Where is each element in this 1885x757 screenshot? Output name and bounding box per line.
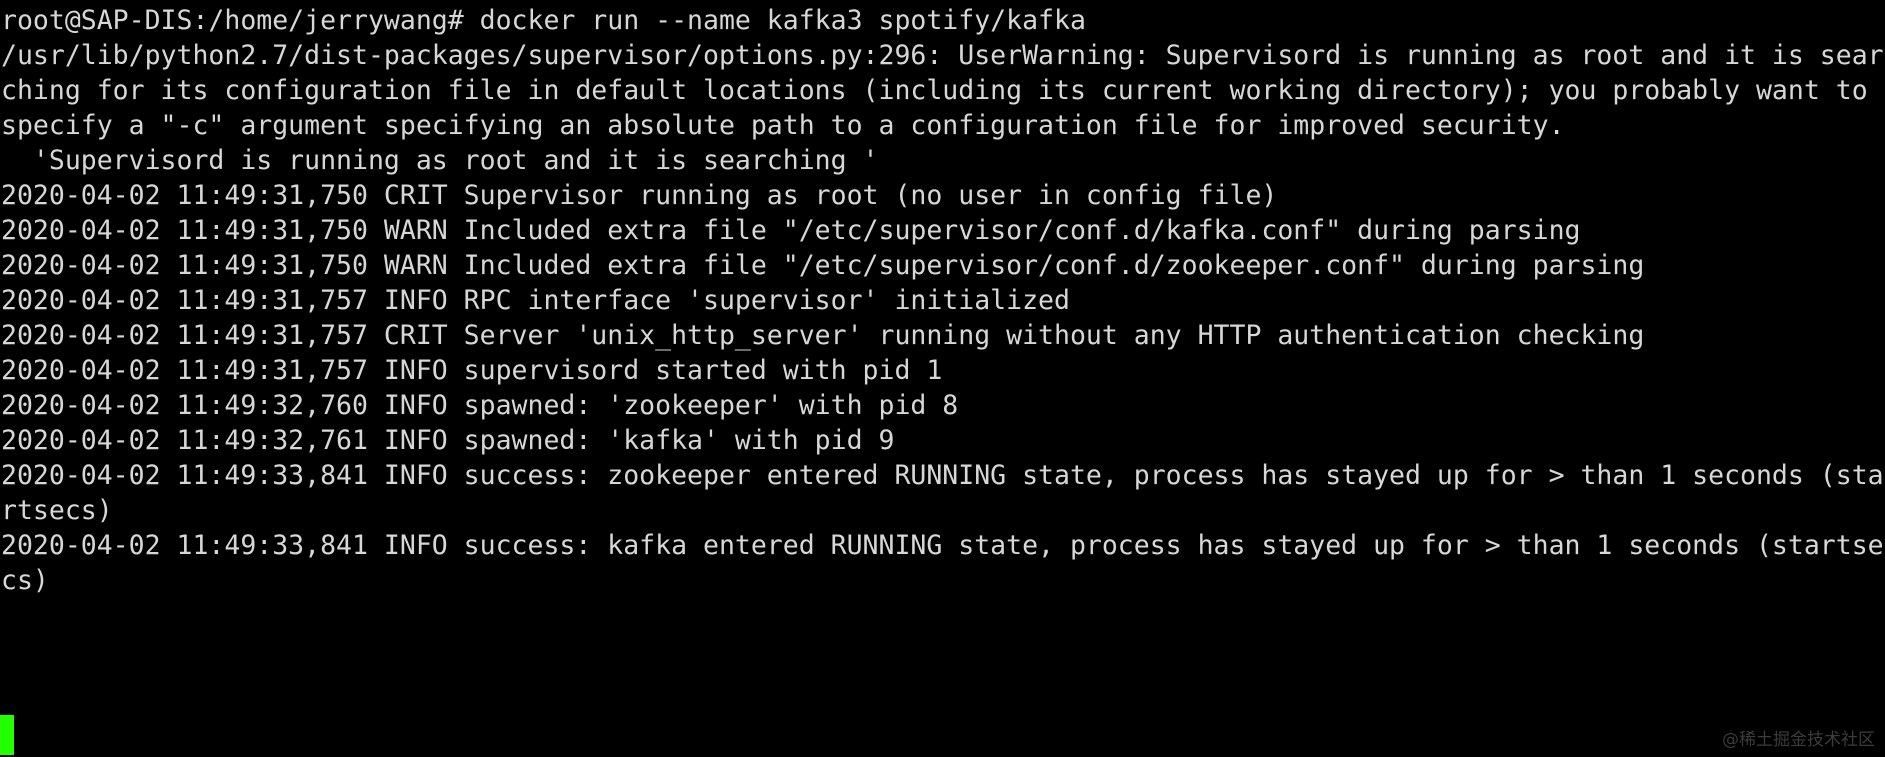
- watermark-text: @稀土掘金技术社区: [1722, 730, 1875, 750]
- terminal-window[interactable]: root@SAP-DIS:/home/jerrywang# docker run…: [0, 0, 1885, 757]
- terminal-line: cs): [1, 565, 49, 596]
- terminal-line: 2020-04-02 11:49:33,841 INFO success: ka…: [1, 530, 1884, 561]
- terminal-cursor: [0, 715, 14, 755]
- terminal-line: 2020-04-02 11:49:33,841 INFO success: zo…: [1, 460, 1884, 491]
